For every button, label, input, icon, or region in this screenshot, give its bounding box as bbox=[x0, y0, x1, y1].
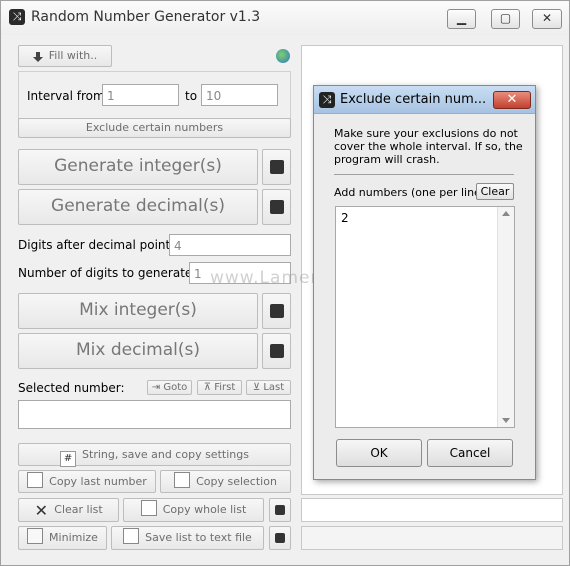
stop-icon bbox=[269, 344, 284, 358]
digits-after-decimal-label: Digits after decimal point: bbox=[18, 238, 175, 252]
mix-decimal-button[interactable]: Mix decimal(s) bbox=[18, 333, 258, 369]
exclude-dialog: ⤨ Exclude certain num... ✕ Make sure you… bbox=[313, 85, 536, 480]
stop-integer-button[interactable] bbox=[262, 149, 291, 185]
document-icon bbox=[123, 528, 140, 544]
mix-integer-button[interactable]: Mix integer(s) bbox=[18, 293, 258, 329]
copy-whole-list-label: Copy whole list bbox=[162, 503, 247, 516]
stop-icon bbox=[269, 304, 284, 318]
title-bar[interactable]: ⤨ Random Number Generator v1.3 ▁ ▢ ✕ bbox=[1, 1, 569, 35]
copy-last-label: Copy last number bbox=[49, 475, 147, 488]
exclude-numbers-button[interactable]: Exclude certain numbers bbox=[18, 118, 291, 138]
shuffle-icon: ⤨ bbox=[9, 9, 25, 25]
progress-bar bbox=[301, 498, 563, 522]
interval-to-label: to bbox=[185, 89, 198, 103]
first-button[interactable]: ⊼ First bbox=[197, 380, 242, 395]
copy-whole-list-button[interactable]: Copy whole list bbox=[123, 498, 264, 522]
selected-number-field[interactable] bbox=[18, 400, 291, 429]
settings-label: String, save and copy settings bbox=[82, 448, 249, 461]
add-numbers-label: Add numbers (one per line): bbox=[334, 186, 489, 199]
goto-button[interactable]: ⇥ Goto bbox=[147, 380, 192, 395]
generate-integer-button[interactable]: Generate integer(s) bbox=[18, 149, 258, 185]
minimize-label: Minimize bbox=[49, 531, 98, 544]
stop-icon bbox=[269, 160, 284, 174]
stop-mix-integer-button[interactable] bbox=[262, 293, 291, 329]
stop-icon bbox=[275, 505, 285, 515]
interval-from-label: Interval from bbox=[27, 89, 105, 103]
stop-icon bbox=[269, 200, 284, 214]
minimize-button[interactable]: Minimize bbox=[18, 526, 107, 550]
dialog-message: Make sure your exclusions do not cover t… bbox=[334, 127, 523, 166]
hash-icon: # bbox=[60, 451, 77, 467]
dialog-ok-button[interactable]: OK bbox=[336, 439, 422, 467]
copy-icon bbox=[140, 500, 157, 516]
stop-decimal-button[interactable] bbox=[262, 189, 291, 225]
stop-save-button[interactable] bbox=[269, 526, 291, 550]
exclusions-textarea[interactable]: 2 bbox=[335, 206, 515, 428]
settings-button[interactable]: # String, save and copy settings bbox=[18, 443, 291, 467]
minimize-icon bbox=[27, 528, 44, 544]
dialog-close-button[interactable]: ✕ bbox=[493, 91, 531, 109]
copy-selection-label: Copy selection bbox=[196, 475, 277, 488]
shuffle-icon: ⤨ bbox=[319, 92, 335, 108]
stop-icon bbox=[275, 533, 285, 543]
save-list-label: Save list to text file bbox=[145, 531, 252, 544]
generate-decimal-button[interactable]: Generate decimal(s) bbox=[18, 189, 258, 225]
globe-icon[interactable] bbox=[276, 49, 290, 63]
window-title: Random Number Generator v1.3 bbox=[31, 9, 261, 25]
interval-from-input[interactable]: 1 bbox=[102, 84, 179, 106]
save-list-button[interactable]: Save list to text file bbox=[111, 526, 264, 550]
clear-list-button[interactable]: ✕ Clear list bbox=[18, 498, 119, 522]
copy-icon bbox=[27, 472, 44, 488]
dialog-title: Exclude certain num... bbox=[340, 92, 487, 107]
copy-last-number-button[interactable]: Copy last number bbox=[18, 470, 156, 493]
x-icon: ✕ bbox=[34, 501, 48, 520]
exclusions-scrollbar[interactable] bbox=[497, 207, 514, 427]
digits-to-generate-label: Number of digits to generate: bbox=[18, 266, 197, 280]
scroll-up-icon[interactable] bbox=[502, 211, 510, 216]
fill-with-label: Fill with.. bbox=[48, 49, 98, 62]
copy-icon bbox=[174, 472, 191, 488]
maximize-window-button[interactable]: ▢ bbox=[491, 9, 520, 29]
minimize-window-button[interactable]: ▁ bbox=[447, 9, 476, 29]
last-button[interactable]: ⊻ Last bbox=[246, 380, 291, 395]
stop-copy-button[interactable] bbox=[269, 498, 291, 522]
fill-with-button[interactable]: Fill with.. bbox=[18, 45, 112, 67]
first-label: First bbox=[214, 382, 236, 393]
last-label: Last bbox=[263, 382, 285, 393]
copy-selection-button[interactable]: Copy selection bbox=[160, 470, 291, 493]
scroll-down-icon[interactable] bbox=[502, 418, 510, 423]
selected-number-label: Selected number: bbox=[18, 381, 125, 395]
close-window-button[interactable]: ✕ bbox=[532, 9, 562, 29]
arrow-down-icon bbox=[32, 49, 43, 62]
digits-after-decimal-input[interactable]: 4 bbox=[169, 234, 291, 256]
last-icon: ⊻ bbox=[252, 382, 264, 393]
dialog-cancel-button[interactable]: Cancel bbox=[427, 439, 513, 467]
stop-mix-decimal-button[interactable] bbox=[262, 333, 291, 369]
status-bar bbox=[301, 526, 563, 550]
dialog-title-bar[interactable]: ⤨ Exclude certain num... ✕ bbox=[314, 86, 535, 114]
dialog-clear-button[interactable]: Clear bbox=[476, 183, 514, 200]
first-icon: ⊼ bbox=[203, 382, 215, 393]
dialog-separator bbox=[334, 174, 514, 175]
interval-to-input[interactable]: 10 bbox=[201, 84, 278, 106]
goto-label: Goto bbox=[163, 382, 188, 393]
clear-list-label: Clear list bbox=[54, 503, 103, 516]
goto-icon: ⇥ bbox=[151, 382, 164, 393]
